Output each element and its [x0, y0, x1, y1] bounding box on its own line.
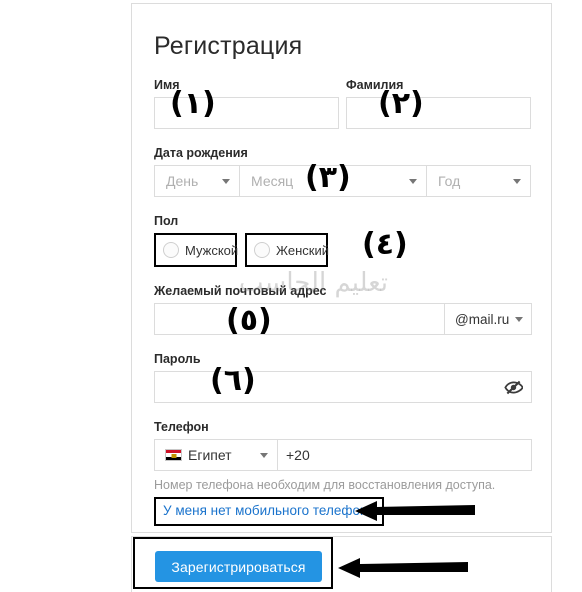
annotation-box-gender-male: Мужской	[154, 233, 239, 267]
gender-option-male[interactable]: Мужской	[156, 235, 239, 265]
flag-egypt-icon	[165, 449, 182, 461]
birth-month-select[interactable]: Месяц	[239, 165, 427, 197]
country-name: Египет	[188, 447, 232, 463]
password-row	[154, 371, 532, 403]
birth-date-row: День Месяц Год	[154, 165, 532, 197]
last-name-label: Фамилия	[346, 78, 404, 92]
birth-date-label: Дата рождения	[154, 146, 248, 160]
last-name-field[interactable]	[346, 97, 531, 129]
birth-month-value: Месяц	[251, 173, 294, 189]
first-name-field[interactable]	[154, 97, 339, 129]
chevron-down-icon	[222, 178, 230, 184]
phone-label: Телефон	[154, 420, 209, 434]
birth-day-value: День	[166, 173, 199, 189]
password-field[interactable]	[154, 371, 532, 403]
birth-year-value: Год	[438, 173, 461, 189]
no-phone-link[interactable]: У меня нет мобильного телефона	[163, 503, 375, 518]
email-domain-select[interactable]: @mail.ru	[444, 303, 532, 335]
email-field[interactable]	[154, 303, 445, 335]
gender-row: Мужской Женский	[154, 233, 532, 267]
submit-button[interactable]: Зарегистрироваться	[155, 551, 322, 582]
password-label: Пароль	[154, 352, 201, 366]
gender-label: Пол	[154, 214, 179, 228]
annotation-box-no-phone-link: У меня нет мобильного телефона	[154, 497, 384, 526]
email-row: @mail.ru	[154, 303, 532, 335]
phone-row: Египет	[154, 439, 532, 471]
radio-icon	[254, 242, 270, 258]
annotation-box-gender-female: Женский	[245, 233, 329, 267]
birth-day-select[interactable]: День	[154, 165, 240, 197]
registration-form: Регистрация Имя Фамилия Дата рождения Де…	[154, 4, 532, 526]
first-name-label: Имя	[154, 78, 180, 92]
chevron-down-icon	[515, 316, 524, 322]
email-label: Желаемый почтовый адрес	[154, 284, 327, 298]
country-select[interactable]: Египет	[154, 439, 278, 471]
radio-icon	[163, 242, 179, 258]
chevron-down-icon	[409, 178, 417, 184]
page-title: Регистрация	[154, 32, 303, 60]
birth-year-select[interactable]: Год	[426, 165, 531, 197]
phone-hint-text: Номер телефона необходим для восстановле…	[154, 478, 496, 492]
eye-off-icon[interactable]	[504, 378, 524, 397]
chevron-down-icon	[513, 178, 521, 184]
email-domain-value: @mail.ru	[455, 311, 510, 327]
gender-option-male-label: Мужской	[185, 242, 239, 258]
gender-option-female-label: Женский	[276, 242, 329, 258]
registration-card: Регистрация Имя Фамилия Дата рождения Де…	[131, 3, 552, 533]
gender-option-female[interactable]: Женский	[247, 235, 329, 265]
chevron-down-icon	[260, 452, 268, 458]
phone-number-field[interactable]	[277, 439, 532, 471]
